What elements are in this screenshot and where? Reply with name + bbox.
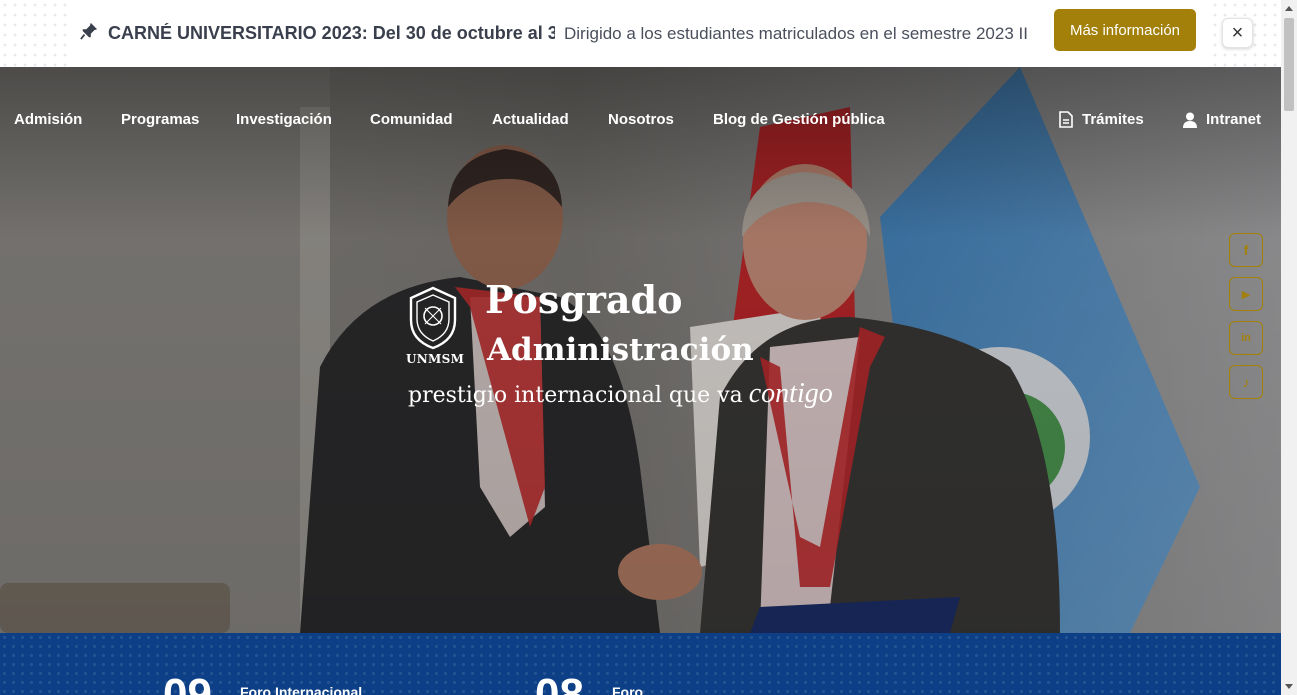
- brand-tagline-script: contigo: [748, 378, 833, 409]
- nav-item-comunidad[interactable]: Comunidad: [370, 111, 453, 128]
- youtube-icon: ▶: [1241, 288, 1251, 301]
- intranet-link[interactable]: Intranet: [1183, 111, 1261, 128]
- main-navigation: Admisión Programas Investigación Comunid…: [0, 67, 1281, 171]
- announcement-title: CARNÉ UNIVERSITARIO 2023: Del 30 de octu…: [108, 23, 555, 43]
- tramites-label: Trámites: [1082, 111, 1144, 128]
- event-label[interactable]: Foro Internacional: [240, 684, 362, 695]
- pin-icon: [80, 22, 98, 40]
- facebook-icon: f: [1243, 242, 1249, 258]
- more-info-button[interactable]: Más información: [1054, 9, 1196, 51]
- nav-item-nosotros[interactable]: Nosotros: [608, 111, 674, 128]
- unmsm-seal-icon: [409, 286, 457, 350]
- announcement-content: CARNÉ UNIVERSITARIO 2023: Del 30 de octu…: [80, 0, 1028, 67]
- nav-item-investigacion[interactable]: Investigación: [236, 111, 332, 128]
- event-number: 09: [163, 670, 212, 695]
- brand-subtitle: Administración: [487, 332, 754, 368]
- brand-tagline-text: prestigio internacional que va: [408, 383, 743, 408]
- youtube-link[interactable]: ▶: [1229, 277, 1263, 311]
- event-number: 08: [535, 670, 584, 695]
- scrollbar-thumb[interactable]: [1284, 18, 1294, 111]
- announcement-bar: CARNÉ UNIVERSITARIO 2023: Del 30 de octu…: [0, 0, 1281, 67]
- nav-item-admision[interactable]: Admisión: [14, 111, 82, 128]
- hero-banner: Admisión Programas Investigación Comunid…: [0, 67, 1281, 633]
- facebook-link[interactable]: f: [1229, 233, 1263, 267]
- brand-university: UNMSM: [406, 352, 465, 366]
- events-band: 09 Foro Internacional 08 Foro: [0, 633, 1281, 695]
- page-scrollbar[interactable]: [1281, 0, 1297, 695]
- user-icon: [1183, 112, 1197, 128]
- linkedin-icon: in: [1241, 332, 1251, 344]
- scroll-down-arrow-icon[interactable]: [1281, 679, 1297, 695]
- nav-item-programas[interactable]: Programas: [121, 111, 199, 128]
- event-label[interactable]: Foro: [612, 684, 643, 695]
- scroll-up-arrow-icon[interactable]: [1281, 0, 1297, 16]
- tiktok-icon: ♪: [1242, 374, 1250, 390]
- close-announcement-button[interactable]: ×: [1222, 18, 1253, 48]
- linkedin-link[interactable]: in: [1229, 321, 1263, 355]
- nav-item-blog[interactable]: Blog de Gestión pública: [713, 111, 885, 128]
- brand-title: Posgrado: [485, 277, 683, 322]
- nav-item-actualidad[interactable]: Actualidad: [492, 111, 569, 128]
- brand-tagline: prestigio internacional que va contigo: [408, 380, 833, 408]
- announcement-description: Dirigido a los estudiantes matriculados …: [564, 23, 1028, 43]
- intranet-label: Intranet: [1206, 111, 1262, 128]
- document-icon: [1059, 111, 1073, 128]
- tiktok-link[interactable]: ♪: [1229, 365, 1263, 399]
- tramites-link[interactable]: Trámites: [1059, 111, 1144, 128]
